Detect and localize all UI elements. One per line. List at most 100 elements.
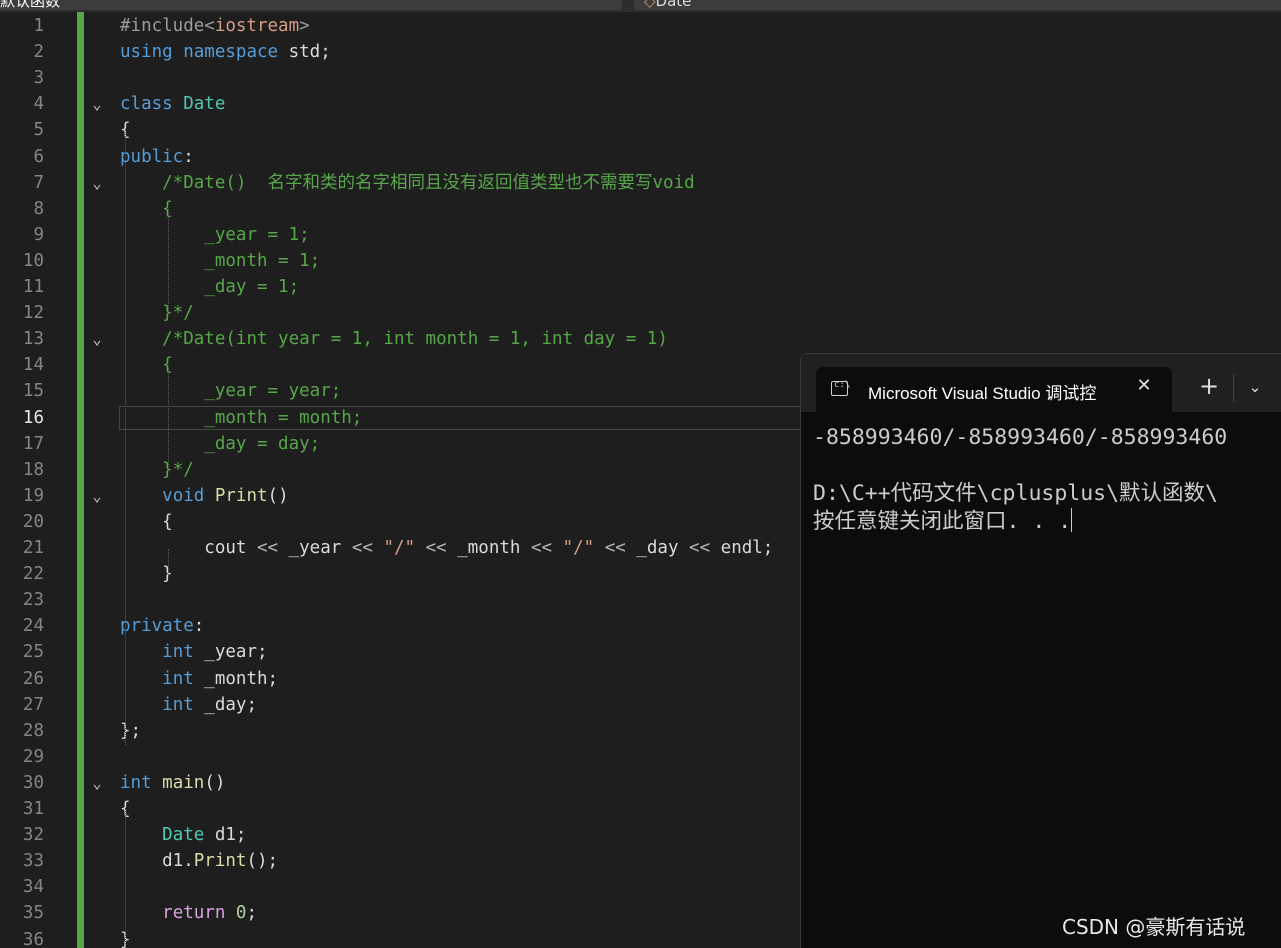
code-token: }*/	[162, 459, 194, 480]
line-number: 35	[22, 903, 44, 924]
code-token: }	[120, 564, 173, 585]
code-token: ;	[246, 903, 258, 924]
terminal-icon: c:\	[831, 380, 850, 396]
code-token: int	[162, 642, 194, 663]
line-number: 34	[22, 877, 44, 898]
console-line-output: -858993460/-858993460/-858993460	[813, 425, 1228, 450]
code-line[interactable]: 4 ⌄ class Date	[0, 91, 1281, 117]
new-tab-button[interactable]: +	[1197, 374, 1221, 398]
code-token: _day;	[193, 694, 257, 715]
console-tab-title: Microsoft Visual Studio 调试控	[868, 384, 1097, 403]
code-token: _year = year;	[204, 381, 342, 402]
fold-chevron-icon[interactable]: ⌄	[88, 170, 106, 196]
code-text: }*/	[120, 300, 194, 326]
chevron-down-icon[interactable]: ⌄	[1243, 376, 1267, 398]
code-text: _day = day;	[120, 431, 320, 457]
code-token: Print	[193, 851, 247, 872]
code-line[interactable]: 12 }*/	[0, 300, 1281, 326]
code-token: private	[120, 616, 194, 637]
code-token: d1.	[120, 851, 194, 872]
code-token: <<	[530, 538, 553, 558]
code-token: int	[162, 668, 194, 689]
code-text: class Date	[120, 91, 225, 117]
code-text: {	[120, 196, 173, 222]
code-token: iostream	[214, 16, 300, 36]
console-line-path: D:\C++代码文件\cplusplus\默认函数\	[813, 481, 1218, 506]
code-text: int _year;	[120, 639, 268, 665]
code-line[interactable]: 5{	[0, 117, 1281, 143]
code-line[interactable]: 13 ⌄ /*Date(int year = 1, int month = 1, …	[0, 326, 1281, 352]
code-token: using	[120, 42, 173, 63]
code-line[interactable]: 2 using namespace std;	[0, 39, 1281, 65]
code-token: "/"	[383, 538, 416, 558]
code-token: _day = day;	[204, 433, 321, 454]
code-token: endl;	[710, 538, 774, 558]
code-token: :	[193, 616, 205, 637]
code-text: }	[120, 561, 173, 587]
console-line-prompt: 按任意键关闭此窗口. . .	[813, 509, 1072, 534]
code-token: {	[120, 511, 173, 532]
fold-chevron-icon[interactable]: ⌄	[88, 483, 106, 509]
code-line[interactable]: 8 {	[0, 196, 1281, 222]
fold-chevron-icon[interactable]: ⌄	[88, 326, 106, 352]
line-number: 26	[22, 668, 44, 689]
line-number: 31	[22, 799, 44, 819]
code-token: class	[120, 94, 173, 115]
line-number: 18	[22, 459, 44, 480]
member-dropdown-date[interactable]: ◇Date	[634, 0, 1281, 10]
fold-chevron-icon[interactable]: ⌄	[88, 770, 106, 796]
console-tab[interactable]: c:\ Microsoft Visual Studio 调试控 ✕	[816, 367, 1172, 413]
code-line[interactable]: 10 _month = 1;	[0, 248, 1281, 274]
line-number: 27	[22, 694, 44, 715]
code-token: Date	[162, 825, 205, 846]
code-line[interactable]: 9 _year = 1;	[0, 222, 1281, 248]
document-tab-bar: 默认函数 ◇Date	[0, 0, 1281, 12]
code-line[interactable]: 6 public:	[0, 144, 1281, 170]
code-text: _year = year;	[120, 378, 341, 404]
code-line[interactable]: 3	[0, 65, 1281, 91]
class-icon: ◇	[644, 0, 656, 10]
current-line-highlight	[119, 406, 809, 430]
code-text: void Print()	[120, 483, 288, 509]
line-number: 25	[22, 642, 44, 663]
code-token: void	[162, 485, 205, 506]
line-number: 16	[22, 407, 44, 428]
debug-console-window[interactable]: c:\ Microsoft Visual Studio 调试控 ✕ + ⌄ -8…	[800, 353, 1281, 948]
code-line[interactable]: 7 ⌄ /*Date() 名字和类的名字相同且没有返回值类型也不需要写void	[0, 170, 1281, 196]
member-dropdown-label: Date	[655, 0, 692, 10]
code-text: int main()	[120, 770, 225, 796]
fold-chevron-icon[interactable]: ⌄	[88, 91, 106, 117]
code-token: namespace	[183, 42, 279, 63]
line-number: 28	[22, 720, 44, 741]
file-tab-default-functions[interactable]: 默认函数	[0, 0, 622, 10]
code-token: Print	[214, 485, 268, 506]
code-token: _year = 1;	[204, 224, 310, 245]
code-text: _month = 1;	[120, 248, 320, 274]
code-token: public	[120, 146, 184, 167]
code-token: cout	[120, 538, 257, 558]
code-token: _day	[625, 538, 690, 558]
line-number: 36	[22, 929, 44, 948]
code-token: int	[162, 694, 194, 715]
line-number: 1	[33, 16, 44, 36]
close-icon[interactable]: ✕	[1134, 376, 1154, 396]
code-token: _year;	[193, 642, 268, 663]
line-number: 10	[22, 250, 44, 271]
code-line[interactable]: 11 _day = 1;	[0, 274, 1281, 300]
code-token: >	[299, 16, 310, 36]
code-token: _day = 1;	[204, 277, 300, 297]
file-tab-label: 默认函数	[0, 0, 61, 10]
line-number: 6	[33, 146, 44, 167]
console-output: -858993460/-858993460/-858993460 D:\C++代…	[813, 424, 1227, 536]
line-number: 33	[22, 851, 44, 872]
code-line[interactable]: 1 #include<iostream>	[0, 13, 1281, 39]
